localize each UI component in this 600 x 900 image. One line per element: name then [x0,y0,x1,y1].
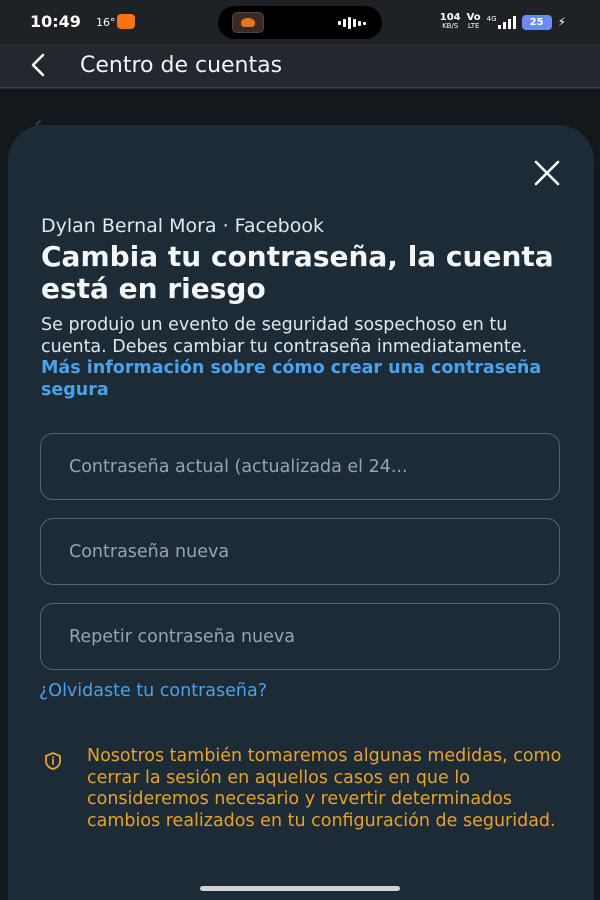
back-arrow-icon[interactable] [26,52,52,78]
app-header: Centro de cuentas [0,44,600,88]
account-line: Dylan Bernal Mora · Facebook [41,215,324,237]
fire-icon [241,18,255,27]
charging-icon: ⚡ [557,14,566,29]
volte-indicator: Vo LTE [467,13,481,31]
status-bar: 10:49 16° 104 KB/S Vo LTE 4G 25 ⚡ [0,0,600,44]
notification-app-icon [117,14,135,29]
network-speed-unit: KB/S [442,22,459,30]
status-right-group: 104 KB/S Vo LTE 4G 25 ⚡ [440,12,566,32]
security-notice: Nosotros también tomaremos algunas medid… [87,746,562,831]
current-password-field[interactable] [40,433,560,500]
info-icon [43,751,63,771]
header-title: Centro de cuentas [80,53,283,78]
change-password-sheet: Dylan Bernal Mora · Facebook Cambia tu c… [8,125,594,900]
page-title: Cambia tu contraseña, la cuenta está en … [41,240,554,305]
network-type: 4G [486,15,497,23]
audio-wave-icon [338,17,366,29]
status-temperature: 16° [96,16,116,29]
signal-icon: 4G [487,15,516,29]
learn-more-link[interactable]: Más información sobre cómo crear una con… [41,358,541,400]
close-icon[interactable] [532,158,562,188]
forgot-password-link[interactable]: ¿Olvidaste tu contraseña? [39,681,267,701]
media-thumbnail [232,12,264,33]
network-speed: 104 KB/S [440,13,461,31]
screen: 10:49 16° 104 KB/S Vo LTE 4G 25 ⚡ Centro… [0,0,600,900]
dynamic-island[interactable] [218,6,382,39]
repeat-password-input[interactable] [41,604,559,669]
battery-icon: 25 [521,14,552,30]
description-text: Se produjo un evento de seguridad sospec… [41,315,528,357]
home-indicator[interactable] [200,886,400,891]
repeat-password-field[interactable] [40,603,560,670]
volte-bottom: LTE [467,22,480,30]
status-time: 10:49 [30,12,81,31]
current-password-input[interactable] [41,434,559,499]
new-password-input[interactable] [41,519,559,584]
description: Se produjo un evento de seguridad sospec… [41,315,571,401]
new-password-field[interactable] [40,518,560,585]
